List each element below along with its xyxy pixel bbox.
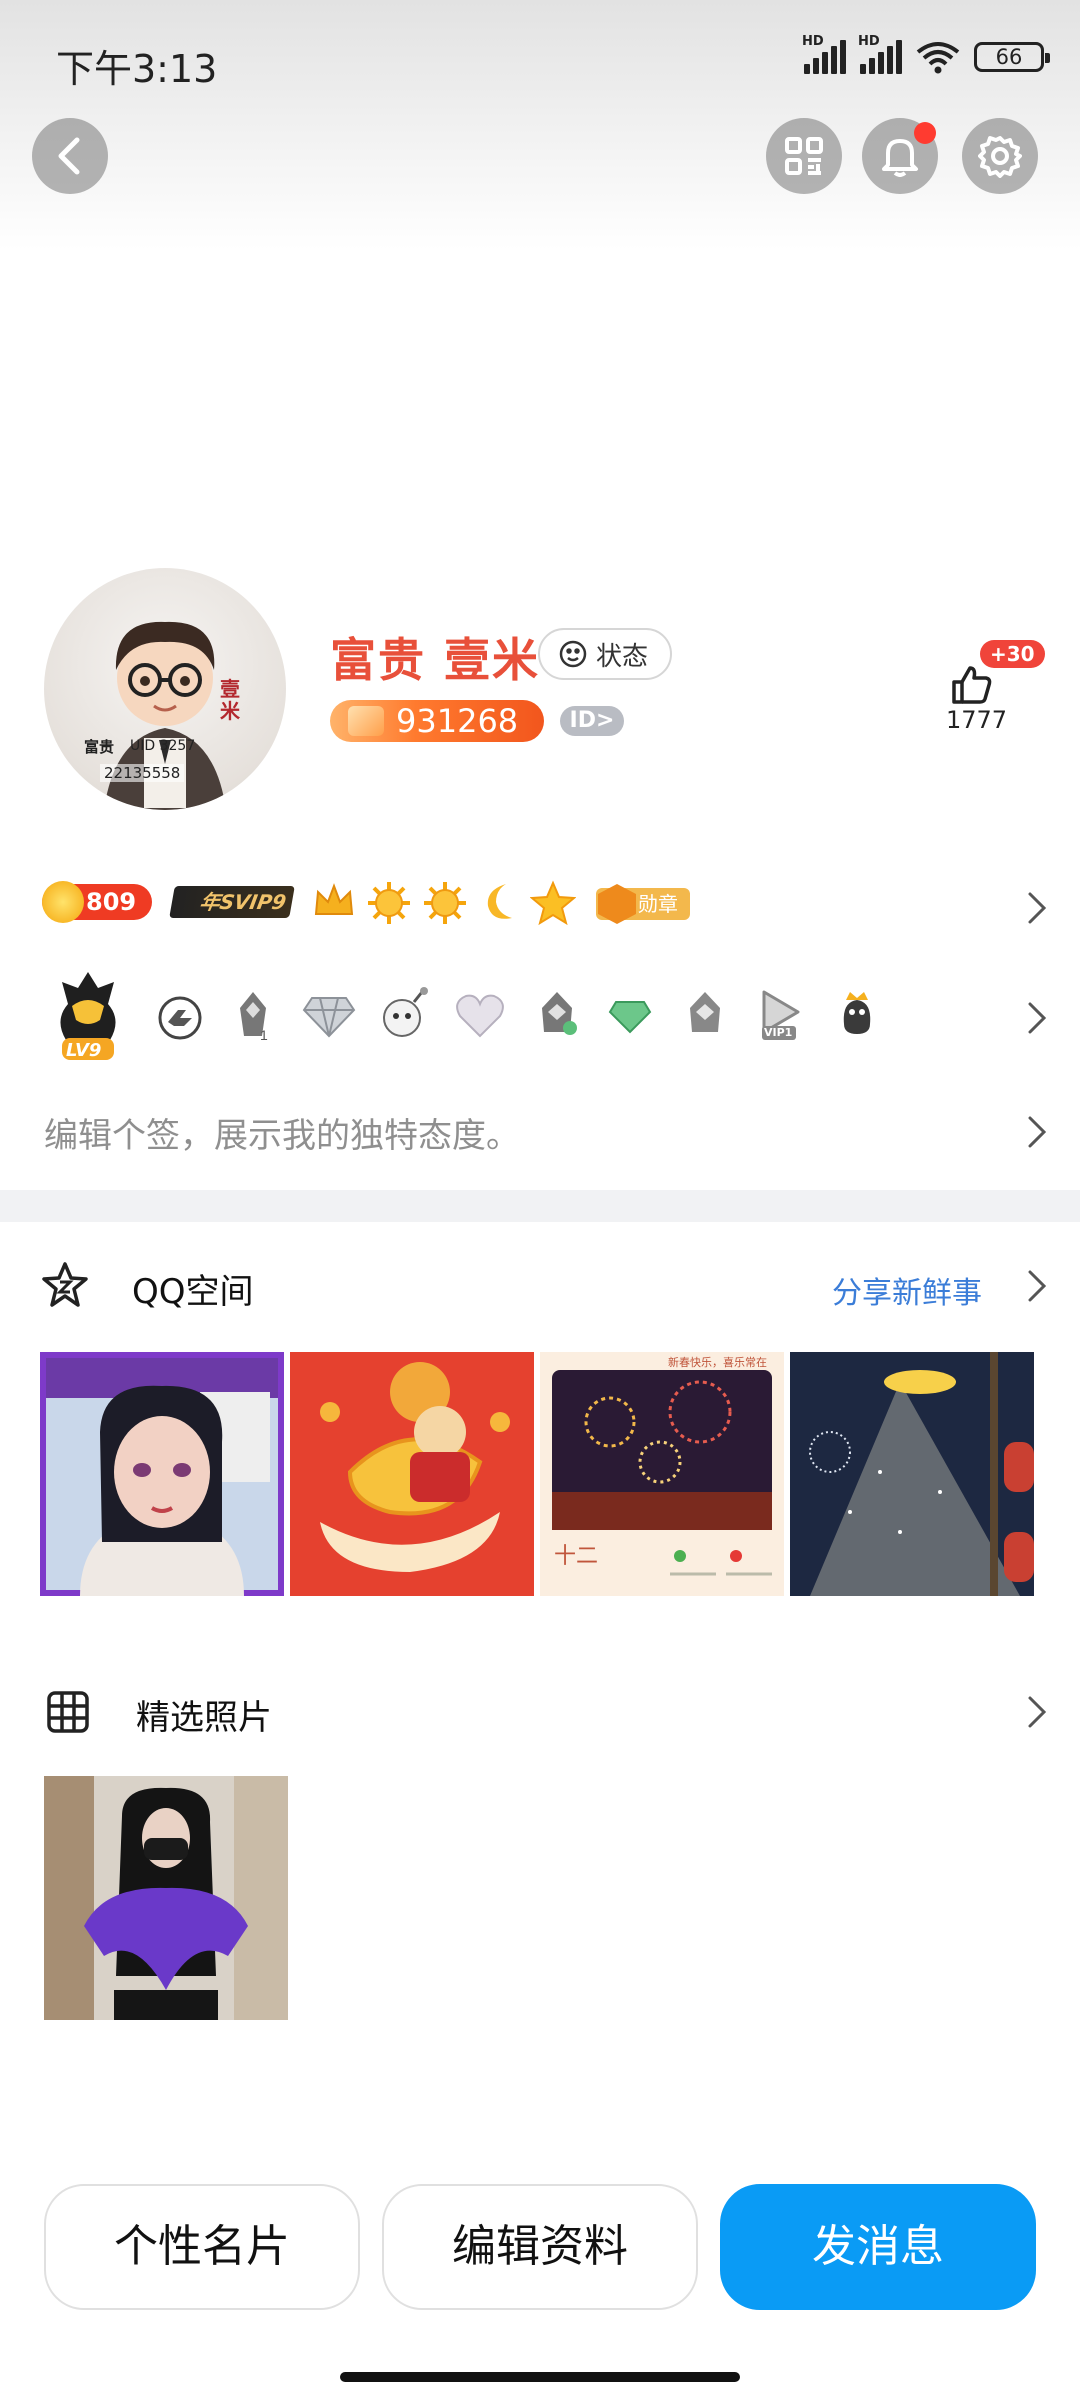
signal-icon: HD bbox=[802, 34, 846, 74]
smile-status-icon bbox=[559, 640, 587, 668]
icon-badge-row[interactable]: LV9 1 VIP1 bbox=[0, 970, 1080, 1070]
chevron-right-icon bbox=[1028, 1696, 1047, 1728]
penguin-green-icon bbox=[542, 992, 577, 1035]
medal-label: 勋章 bbox=[638, 892, 678, 916]
thumbs-up-icon bbox=[952, 666, 992, 704]
profile-card-button[interactable]: 个性名片 bbox=[44, 2184, 360, 2310]
like-increment-badge: +30 bbox=[980, 640, 1045, 668]
featured-photos-header[interactable]: 精选照片 bbox=[0, 1676, 1080, 1752]
sun-icon bbox=[368, 882, 410, 924]
avatar-qq-text: 22135558 bbox=[100, 764, 185, 782]
grid-icon bbox=[47, 1691, 89, 1733]
qzone-thumbnail[interactable]: 新春快乐，喜乐常在 十二 bbox=[540, 1352, 784, 1596]
svg-text:1: 1 bbox=[260, 1027, 268, 1042]
avatar-name-text: 富贵 bbox=[84, 738, 115, 756]
woman-purple-blouse-image bbox=[44, 1776, 288, 2020]
qr-code-button[interactable] bbox=[766, 118, 842, 194]
qr-code-icon bbox=[785, 137, 823, 175]
bell-icon bbox=[882, 139, 918, 177]
battery-icon: 66 bbox=[974, 42, 1050, 72]
section-divider bbox=[0, 1190, 1080, 1222]
signature-placeholder: 编辑个签，展示我的独特态度。 bbox=[44, 1116, 520, 1156]
send-message-button[interactable]: 发消息 bbox=[720, 2184, 1036, 2310]
chevron-right-icon bbox=[1028, 1116, 1047, 1148]
notification-dot bbox=[914, 122, 936, 144]
edit-profile-button[interactable]: 编辑资料 bbox=[382, 2184, 698, 2310]
featured-photos-title: 精选照片 bbox=[136, 1698, 272, 1738]
featured-photo[interactable] bbox=[44, 1776, 288, 2020]
thumb-date: 十二 bbox=[554, 1544, 599, 1569]
crown-icon bbox=[348, 706, 384, 736]
avatar[interactable]: 富贵 UID 3257 22135558 壹米 bbox=[44, 568, 286, 810]
heart-icon bbox=[456, 994, 504, 1038]
level-points-value: 809 bbox=[86, 888, 137, 916]
gear-icon bbox=[978, 136, 1022, 178]
qzone-thumbnail[interactable] bbox=[290, 1352, 534, 1596]
cf-game-icon bbox=[158, 996, 202, 1040]
diamond-icon bbox=[302, 997, 356, 1038]
status-bar: 下午3:13 HD HD 66 bbox=[0, 0, 1080, 120]
id-tag[interactable]: ID> bbox=[560, 706, 624, 736]
svip-badge: 年SVIP9 bbox=[169, 886, 295, 918]
qzone-header[interactable]: QQ空间 分享新鲜事 bbox=[0, 1250, 1080, 1326]
qq-number: 931268 bbox=[396, 702, 519, 740]
status-time: 下午3:13 bbox=[56, 47, 218, 91]
chevron-right-icon bbox=[1028, 892, 1047, 924]
nickname: 富贵 壹米 bbox=[330, 633, 541, 687]
bomb-icon bbox=[383, 987, 428, 1037]
moon-icon bbox=[487, 884, 512, 919]
avatar-seal-text: 壹米 bbox=[220, 677, 240, 723]
medal-icon bbox=[598, 884, 636, 924]
penguin-silver-icon bbox=[690, 992, 720, 1032]
star-icon bbox=[530, 880, 576, 926]
dragon-cartoon-image bbox=[290, 1352, 534, 1596]
level-points-badge: 809 bbox=[42, 881, 152, 923]
thumb-caption: 新春快乐，喜乐常在 bbox=[668, 1356, 767, 1369]
chevron-right-icon bbox=[1028, 1002, 1047, 1034]
status-icons: HD HD 66 bbox=[802, 34, 1050, 74]
settings-button[interactable] bbox=[962, 118, 1038, 194]
pixel-portrait-image bbox=[46, 1358, 278, 1596]
qzone-star-icon bbox=[42, 1262, 88, 1307]
notification-button[interactable] bbox=[862, 118, 938, 194]
signal-hd-label-2: HD bbox=[858, 34, 880, 49]
medal-badge: 勋章 bbox=[596, 884, 690, 924]
share-news-link[interactable]: 分享新鲜事 bbox=[832, 1268, 982, 1312]
avatar-uid-text: UID 3257 bbox=[130, 738, 196, 754]
like-count: 1777 bbox=[946, 706, 1008, 734]
signal-icon-2: HD bbox=[858, 34, 902, 74]
coin-icon bbox=[42, 881, 84, 923]
chevron-right-icon bbox=[1028, 1270, 1047, 1302]
penguin-crown-icon bbox=[843, 992, 871, 1034]
qzone-title: QQ空间 bbox=[132, 1272, 254, 1312]
penguin-gray-icon: 1 bbox=[240, 992, 268, 1042]
level-badge-label: LV9 bbox=[66, 1040, 102, 1061]
green-diamond-icon bbox=[608, 1001, 652, 1034]
street-lamp-night-image bbox=[790, 1352, 1034, 1596]
qzone-thumbnail[interactable] bbox=[40, 1352, 284, 1596]
chevron-left-icon bbox=[58, 137, 80, 175]
badge-row[interactable]: 809 年SVIP9 勋章 bbox=[0, 866, 1080, 946]
signal-hd-label: HD bbox=[802, 34, 824, 49]
status-label: 状态 bbox=[596, 641, 649, 672]
vip-badge-label: VIP1 bbox=[764, 1026, 793, 1039]
qzone-thumbnail[interactable] bbox=[790, 1352, 1034, 1596]
sun-icon-2 bbox=[424, 882, 466, 924]
like-button[interactable]: +30 1777 bbox=[940, 640, 1050, 740]
crown-icon bbox=[314, 883, 354, 915]
qq-number-pill[interactable]: 931268 bbox=[330, 700, 544, 742]
signature-row[interactable]: 编辑个签，展示我的独特态度。 bbox=[0, 1090, 1080, 1170]
home-indicator[interactable] bbox=[340, 2372, 740, 2382]
wifi-icon bbox=[916, 42, 960, 74]
back-button[interactable] bbox=[32, 118, 108, 194]
status-button[interactable]: 状态 bbox=[538, 628, 673, 680]
